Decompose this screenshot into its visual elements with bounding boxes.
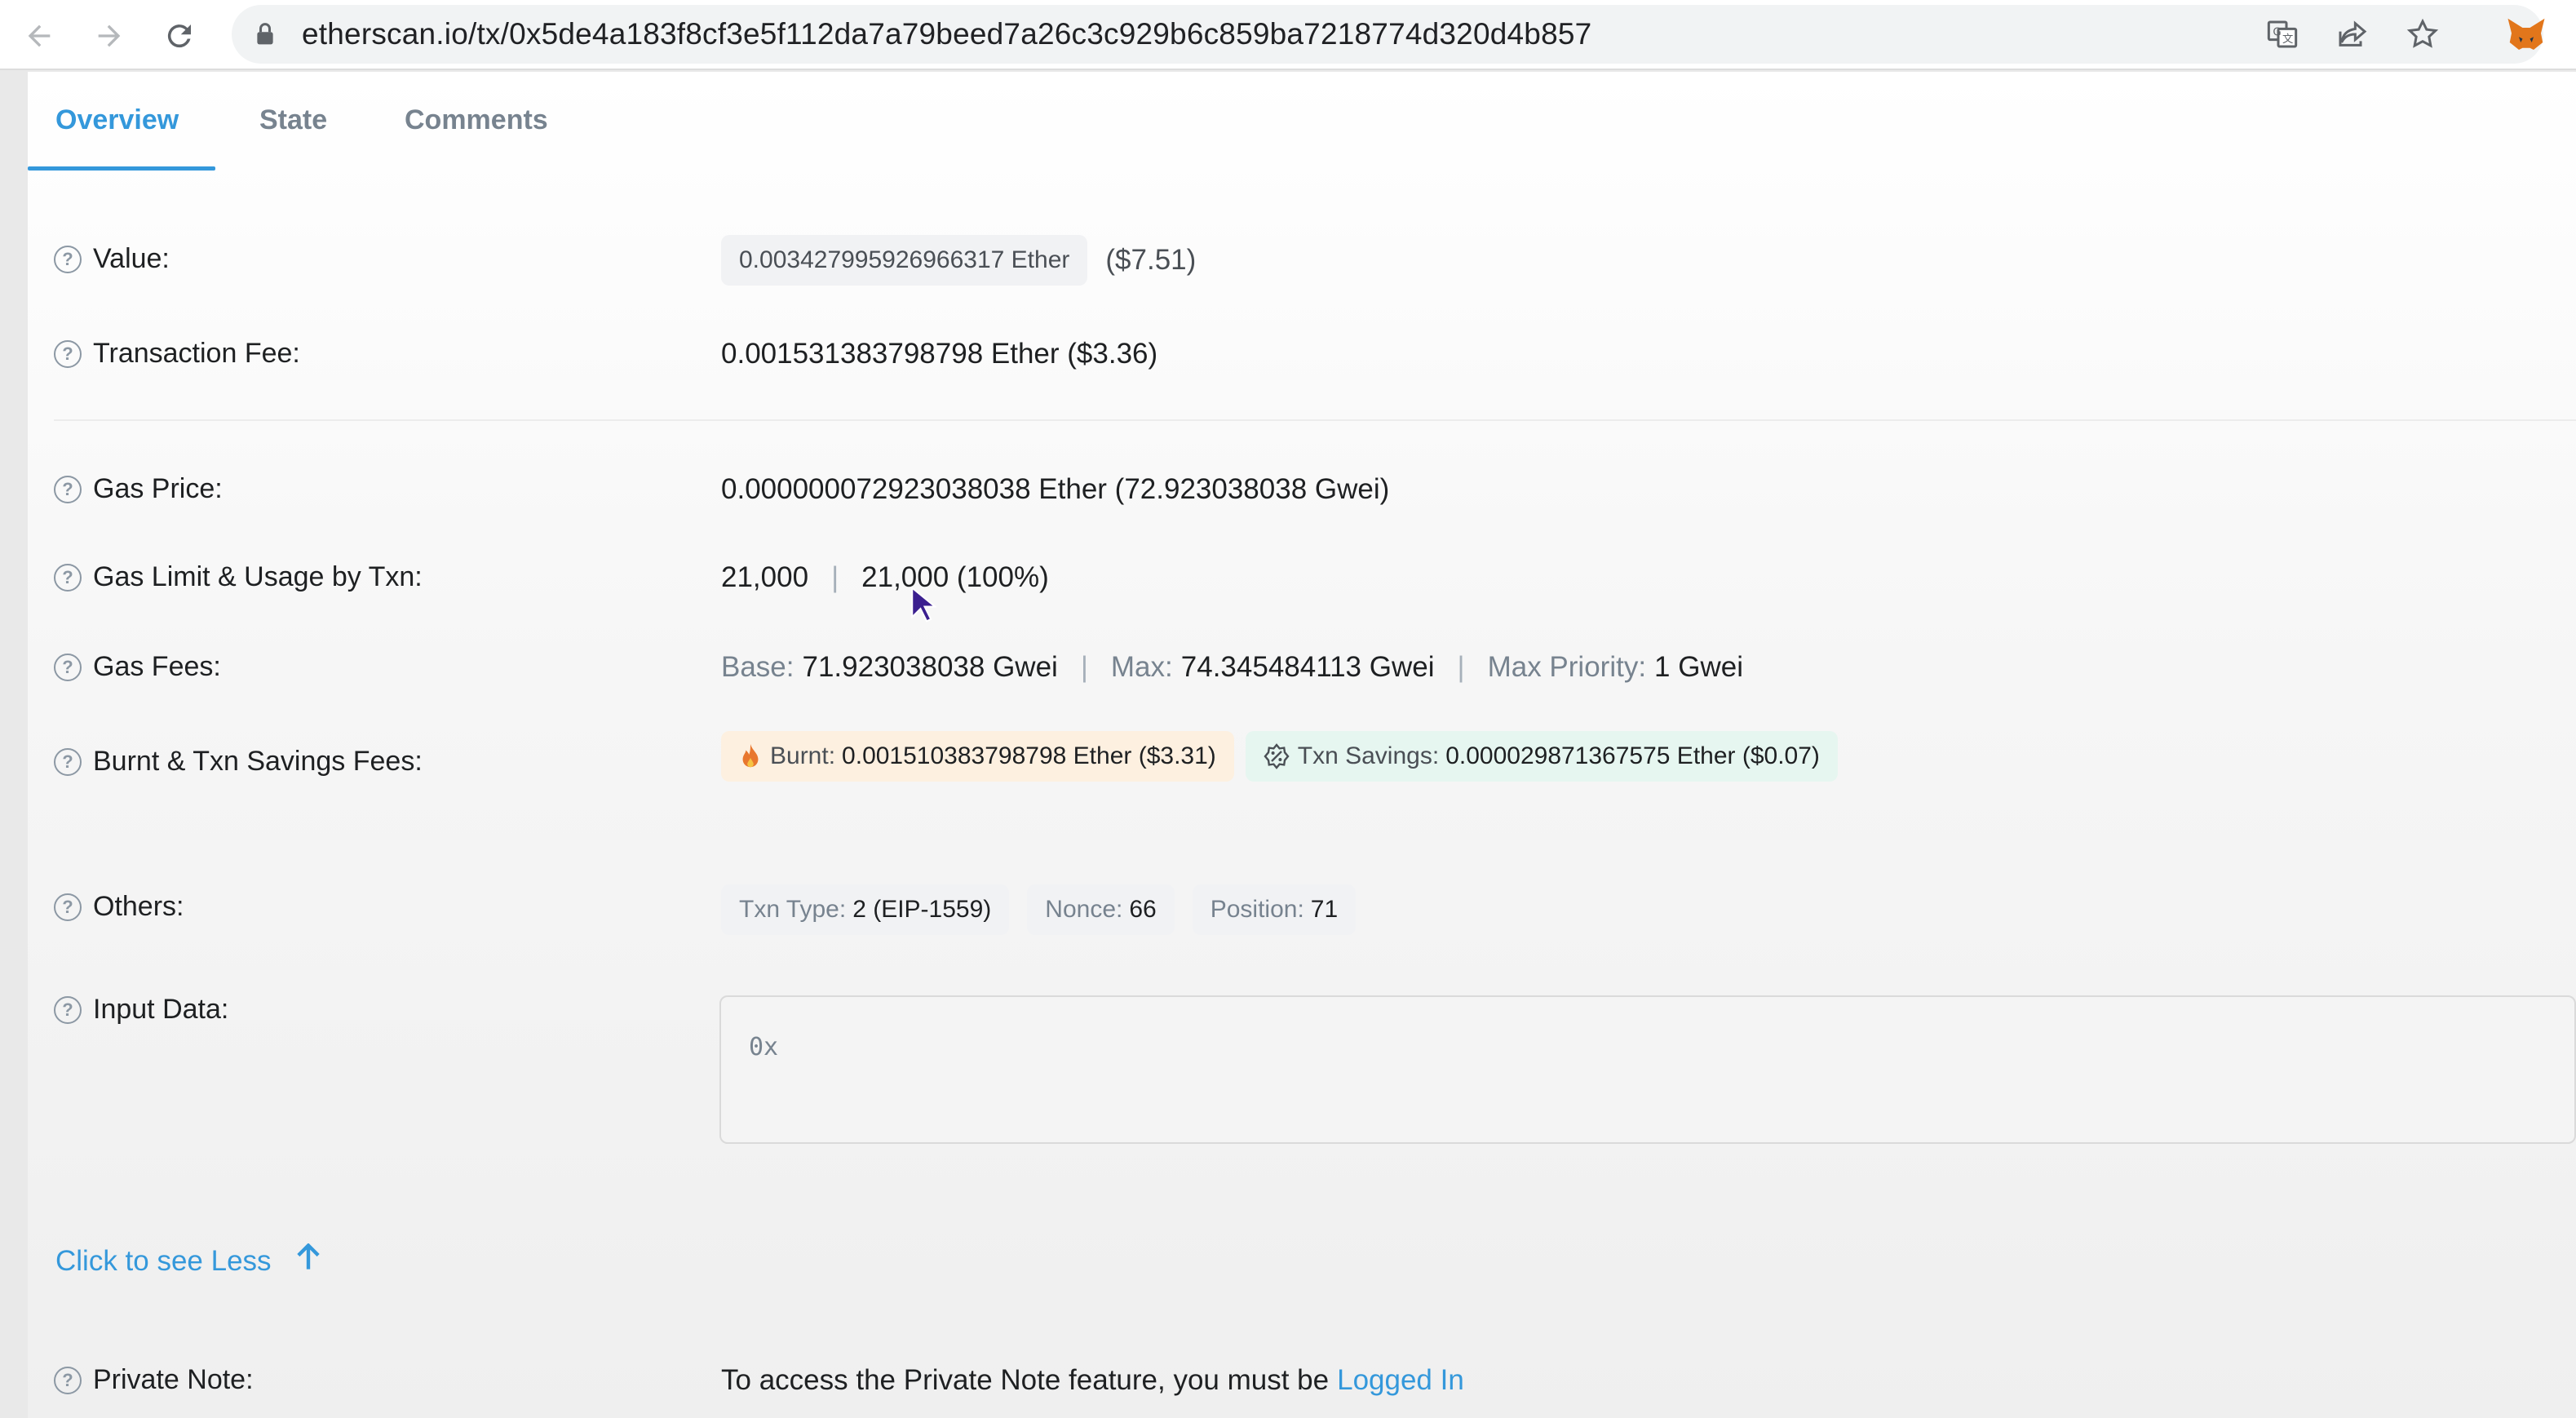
txn-savings-badge: Txn Savings: 0.000029871367575 Ether ($0… xyxy=(1245,731,1838,782)
txn-type-badge: Txn Type: 2 (EIP-1559) xyxy=(721,884,1010,935)
separator: | xyxy=(1080,651,1088,683)
separator: | xyxy=(831,561,839,593)
gas-limit-label-text: Gas Limit & Usage by Txn: xyxy=(93,561,423,592)
burnt-fee-badge: Burnt: 0.001510383798798 Ether ($3.31) xyxy=(721,731,1234,782)
base-fee-label: Base: xyxy=(721,651,794,683)
separator: | xyxy=(1457,651,1465,683)
forward-icon[interactable] xyxy=(85,11,134,60)
txn-type-value: 2 (EIP-1559) xyxy=(852,896,992,923)
transaction-fee-label: ? Transaction Fee: xyxy=(54,338,300,370)
help-icon[interactable]: ? xyxy=(54,245,82,273)
tab-bar: Overview State Comments xyxy=(28,72,2576,173)
back-icon[interactable] xyxy=(15,11,64,60)
arrow-up-icon xyxy=(296,1243,321,1278)
nonce-label: Nonce: xyxy=(1045,896,1123,923)
gas-price-label-text: Gas Price: xyxy=(93,473,223,504)
help-icon[interactable]: ? xyxy=(54,563,82,592)
gas-fees-label: ? Gas Fees: xyxy=(54,651,221,683)
others-label: ? Others: xyxy=(54,891,184,923)
transaction-fee-value: 0.001531383798798 Ether ($3.36) xyxy=(721,338,1158,370)
help-icon[interactable]: ? xyxy=(54,339,82,368)
position-badge: Position: 71 xyxy=(1192,884,1357,935)
others-value: Txn Type: 2 (EIP-1559) Nonce: 66 Positio… xyxy=(721,884,1357,935)
max-priority-fee: 1 Gwei xyxy=(1654,651,1743,683)
translate-icon[interactable]: G文 xyxy=(2263,15,2302,54)
max-priority-label: Max Priority: xyxy=(1487,651,1647,683)
private-note-text: To access the Private Note feature, you … xyxy=(721,1364,1330,1396)
metamask-icon[interactable] xyxy=(2504,13,2548,57)
nonce-value: 66 xyxy=(1129,896,1157,923)
gas-limit: 21,000 xyxy=(721,561,809,593)
private-note-value: To access the Private Note feature, you … xyxy=(721,1364,1464,1397)
position-value: 71 xyxy=(1310,896,1339,923)
input-data-label-text: Input Data: xyxy=(93,994,229,1025)
transaction-details-page: Overview State Comments ? Value: 0.00342… xyxy=(28,72,2576,1418)
gas-fees-value: Base: 71.923038038 Gwei | Max: 74.345484… xyxy=(721,651,1743,684)
svg-text:G: G xyxy=(2273,27,2281,39)
bookmark-star-icon[interactable] xyxy=(2403,15,2442,54)
gas-price-value: 0.000000072923038038 Ether (72.923038038… xyxy=(721,473,1390,505)
value-usd: ($7.51) xyxy=(1105,244,1197,276)
mouse-cursor-icon xyxy=(911,586,936,623)
login-link[interactable]: Logged In xyxy=(1337,1364,1464,1397)
value-label-text: Value: xyxy=(93,243,170,274)
address-bar[interactable]: etherscan.io/tx/0x5de4a183f8cf3e5f112da7… xyxy=(232,5,2543,64)
tab-overview[interactable]: Overview xyxy=(55,104,179,136)
see-less-link[interactable]: Click to see Less xyxy=(55,1243,321,1278)
gas-usage: 21,000 (100%) xyxy=(861,561,1049,593)
help-icon[interactable]: ? xyxy=(54,893,82,921)
gas-limit-label: ? Gas Limit & Usage by Txn: xyxy=(54,561,423,593)
nonce-badge: Nonce: 66 xyxy=(1027,884,1175,935)
burnt-fee-value: 0.001510383798798 Ether ($3.31) xyxy=(842,742,1216,769)
value-label: ? Value: xyxy=(54,243,170,275)
gas-limit-value: 21,000 | 21,000 (100%) xyxy=(721,561,1049,594)
tab-comments[interactable]: Comments xyxy=(405,104,548,136)
txn-type-label: Txn Type: xyxy=(739,896,847,923)
burnt-fee-label: Burnt: xyxy=(770,742,836,769)
max-fee: 74.345484113 Gwei xyxy=(1180,651,1435,683)
section-divider xyxy=(54,419,2576,421)
help-icon[interactable]: ? xyxy=(54,747,82,776)
value-amount-badge: 0.003427995926966317 Ether xyxy=(721,235,1088,286)
active-tab-indicator xyxy=(28,166,215,171)
reload-icon[interactable] xyxy=(155,11,204,60)
burnt-savings-value: Burnt: 0.001510383798798 Ether ($3.31) T… xyxy=(721,731,1838,782)
lock-icon xyxy=(257,23,273,45)
gas-fees-label-text: Gas Fees: xyxy=(93,651,221,682)
txn-savings-value: 0.000029871367575 Ether ($0.07) xyxy=(1445,742,1820,769)
input-data-field[interactable]: 0x xyxy=(719,995,2576,1144)
burnt-savings-label-text: Burnt & Txn Savings Fees: xyxy=(93,746,423,777)
txn-savings-label: Txn Savings: xyxy=(1297,742,1440,769)
flame-icon xyxy=(742,743,759,768)
svg-text:文: 文 xyxy=(2282,33,2293,46)
help-icon[interactable]: ? xyxy=(54,995,82,1024)
help-icon[interactable]: ? xyxy=(54,653,82,681)
help-icon[interactable]: ? xyxy=(54,1366,82,1394)
others-label-text: Others: xyxy=(93,891,184,922)
private-note-label: ? Private Note: xyxy=(54,1364,254,1396)
input-data-label: ? Input Data: xyxy=(54,994,228,1026)
private-note-label-text: Private Note: xyxy=(93,1364,254,1395)
value-row: 0.003427995926966317 Ether ($7.51) xyxy=(721,235,1196,286)
gas-price-label: ? Gas Price: xyxy=(54,473,223,505)
help-icon[interactable]: ? xyxy=(54,475,82,503)
browser-toolbar: etherscan.io/tx/0x5de4a183f8cf3e5f112da7… xyxy=(0,0,2576,70)
share-icon[interactable] xyxy=(2333,15,2372,54)
see-less-text[interactable]: Click to see Less xyxy=(55,1245,272,1278)
savings-icon xyxy=(1264,743,1290,769)
tab-state[interactable]: State xyxy=(259,104,327,136)
url-text[interactable]: etherscan.io/tx/0x5de4a183f8cf3e5f112da7… xyxy=(302,5,1591,64)
input-data-value: 0x xyxy=(749,1033,779,1061)
transaction-fee-label-text: Transaction Fee: xyxy=(93,338,300,369)
max-fee-label: Max: xyxy=(1110,651,1173,683)
base-fee: 71.923038038 Gwei xyxy=(802,651,1058,683)
burnt-savings-label: ? Burnt & Txn Savings Fees: xyxy=(54,746,423,778)
position-label: Position: xyxy=(1210,896,1304,923)
